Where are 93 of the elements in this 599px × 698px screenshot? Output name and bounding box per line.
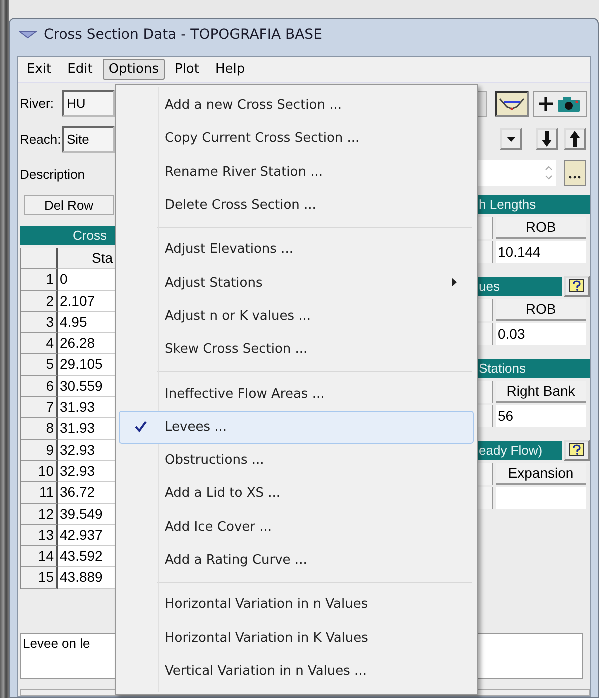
window-title: Cross Section Data - TOPOGRAFIA BASE <box>44 26 322 42</box>
column-header: ROB <box>496 299 586 321</box>
menu-item[interactable]: Adjust n or K values ... <box>119 300 474 334</box>
down-arrow-icon <box>542 131 552 147</box>
menu-bar-item[interactable]: Edit <box>62 59 99 80</box>
menu-item[interactable]: Delete Cross Section ... <box>119 188 474 222</box>
row-number: 13 <box>21 524 58 546</box>
column-header: Sta <box>58 248 115 270</box>
panel-title: ues <box>478 277 562 296</box>
description-field[interactable] <box>478 160 556 186</box>
table-cell[interactable]: 31.93 <box>58 397 115 418</box>
value-field[interactable]: 10.144 <box>496 241 586 263</box>
table-cell[interactable]: 26.28 <box>58 333 115 354</box>
reach-field[interactable]: Site <box>62 126 115 153</box>
toolbar-button[interactable] <box>478 91 487 117</box>
cross-section-icon <box>499 97 525 111</box>
cross-section-view-button[interactable] <box>495 91 529 117</box>
menu-item[interactable]: Add a Rating Curve ... <box>119 544 474 578</box>
value-field[interactable]: 0.03 <box>496 323 586 345</box>
row-number: 11 <box>21 482 58 504</box>
spin-arrows-icon <box>544 164 554 182</box>
menu-item[interactable]: Adjust Stations <box>119 266 474 300</box>
column-header: Right Bank <box>496 381 586 403</box>
move-up-button[interactable] <box>564 128 586 150</box>
menu-item[interactable]: Obstructions ... <box>119 444 474 478</box>
table-cell[interactable]: 30.559 <box>58 376 115 398</box>
dropdown-button[interactable] <box>500 128 522 150</box>
column-header: ROB <box>496 217 586 239</box>
row-number: 7 <box>21 397 58 418</box>
table-cell[interactable]: 42.937 <box>58 524 115 546</box>
menu-item[interactable]: Add a new Cross Section ... <box>119 89 474 122</box>
table-cell[interactable]: 29.105 <box>58 354 115 376</box>
reach-label: Reach: <box>20 132 62 147</box>
row-number: 12 <box>21 504 58 525</box>
row-number: 8 <box>21 418 58 440</box>
table-cell[interactable]: 2.107 <box>58 290 115 312</box>
row-number: 2 <box>21 290 58 312</box>
table-cell[interactable]: 43.889 <box>58 567 115 589</box>
menu-bar-item[interactable]: Help <box>210 59 252 80</box>
panel-title: eady Flow) <box>478 441 562 460</box>
menu-item[interactable]: Vertical Variation in n Values ... <box>119 654 474 688</box>
help-icon <box>568 442 586 458</box>
table-cell[interactable]: 32.93 <box>58 440 115 461</box>
up-arrow-icon <box>570 131 580 147</box>
row-number: 15 <box>21 567 58 589</box>
menu-item[interactable]: Add Ice Cover ... <box>119 510 474 544</box>
menu-item[interactable]: Ineffective Flow Areas ... <box>119 377 474 411</box>
table-cell[interactable]: 36.72 <box>58 482 115 504</box>
row-number: 3 <box>21 312 58 334</box>
row-number: 9 <box>21 440 58 461</box>
menu-item[interactable]: Skew Cross Section ... <box>119 333 474 366</box>
row-number: 1 <box>21 269 58 291</box>
table-cell[interactable]: 39.549 <box>58 504 115 525</box>
menu-bar-item[interactable]: Exit <box>21 59 58 80</box>
river-field[interactable]: HU <box>62 90 115 117</box>
table-cell[interactable]: 32.93 <box>58 460 115 482</box>
menu-item[interactable]: Levees ... <box>119 410 474 444</box>
menu-item[interactable]: Horizontal Variation in K Values <box>119 621 474 655</box>
del-row-button[interactable]: Del Row <box>24 195 114 215</box>
river-label: River: <box>20 96 55 111</box>
menu-item[interactable]: Copy Current Cross Section ... <box>119 122 474 156</box>
row-number: 10 <box>21 460 58 482</box>
row-number: 14 <box>21 546 58 568</box>
description-label: Description <box>20 166 86 184</box>
row-number: 5 <box>21 354 58 376</box>
table-title: Cross <box>20 226 115 245</box>
help-button[interactable] <box>564 440 590 461</box>
table-cell[interactable]: 31.93 <box>58 418 115 440</box>
cross-section-icon <box>19 30 37 40</box>
table-cell[interactable]: 43.592 <box>58 546 115 568</box>
help-icon <box>568 278 586 294</box>
menu-item[interactable]: Adjust Elevations ... <box>119 233 474 266</box>
column-header: Expansion <box>496 463 586 485</box>
menu-item[interactable]: Horizontal Variation in n Values <box>119 588 474 622</box>
row-number: 6 <box>21 376 58 398</box>
table-cell[interactable]: 0 <box>58 269 115 291</box>
menu-bar-item[interactable]: Plot <box>168 59 206 80</box>
help-button[interactable] <box>564 276 590 297</box>
more-button[interactable] <box>564 160 586 186</box>
row-number: 4 <box>21 333 58 354</box>
row-header-corner <box>21 248 58 270</box>
menu-item[interactable]: Rename River Station ... <box>119 156 474 189</box>
panel-title: h Lengths <box>478 195 590 214</box>
ellipsis-icon <box>569 176 581 179</box>
menu-item[interactable]: Add a Lid to XS ... <box>119 477 474 511</box>
add-photo-button[interactable] <box>533 91 587 117</box>
plus-camera-icon <box>537 95 583 113</box>
menu-bar-item[interactable]: Options <box>102 59 165 80</box>
table-cell[interactable]: 4.95 <box>58 312 115 334</box>
caret-icon <box>506 136 516 142</box>
value-field[interactable]: 56 <box>496 405 586 427</box>
move-down-button[interactable] <box>536 128 558 150</box>
panel-title: Stations <box>478 359 590 378</box>
